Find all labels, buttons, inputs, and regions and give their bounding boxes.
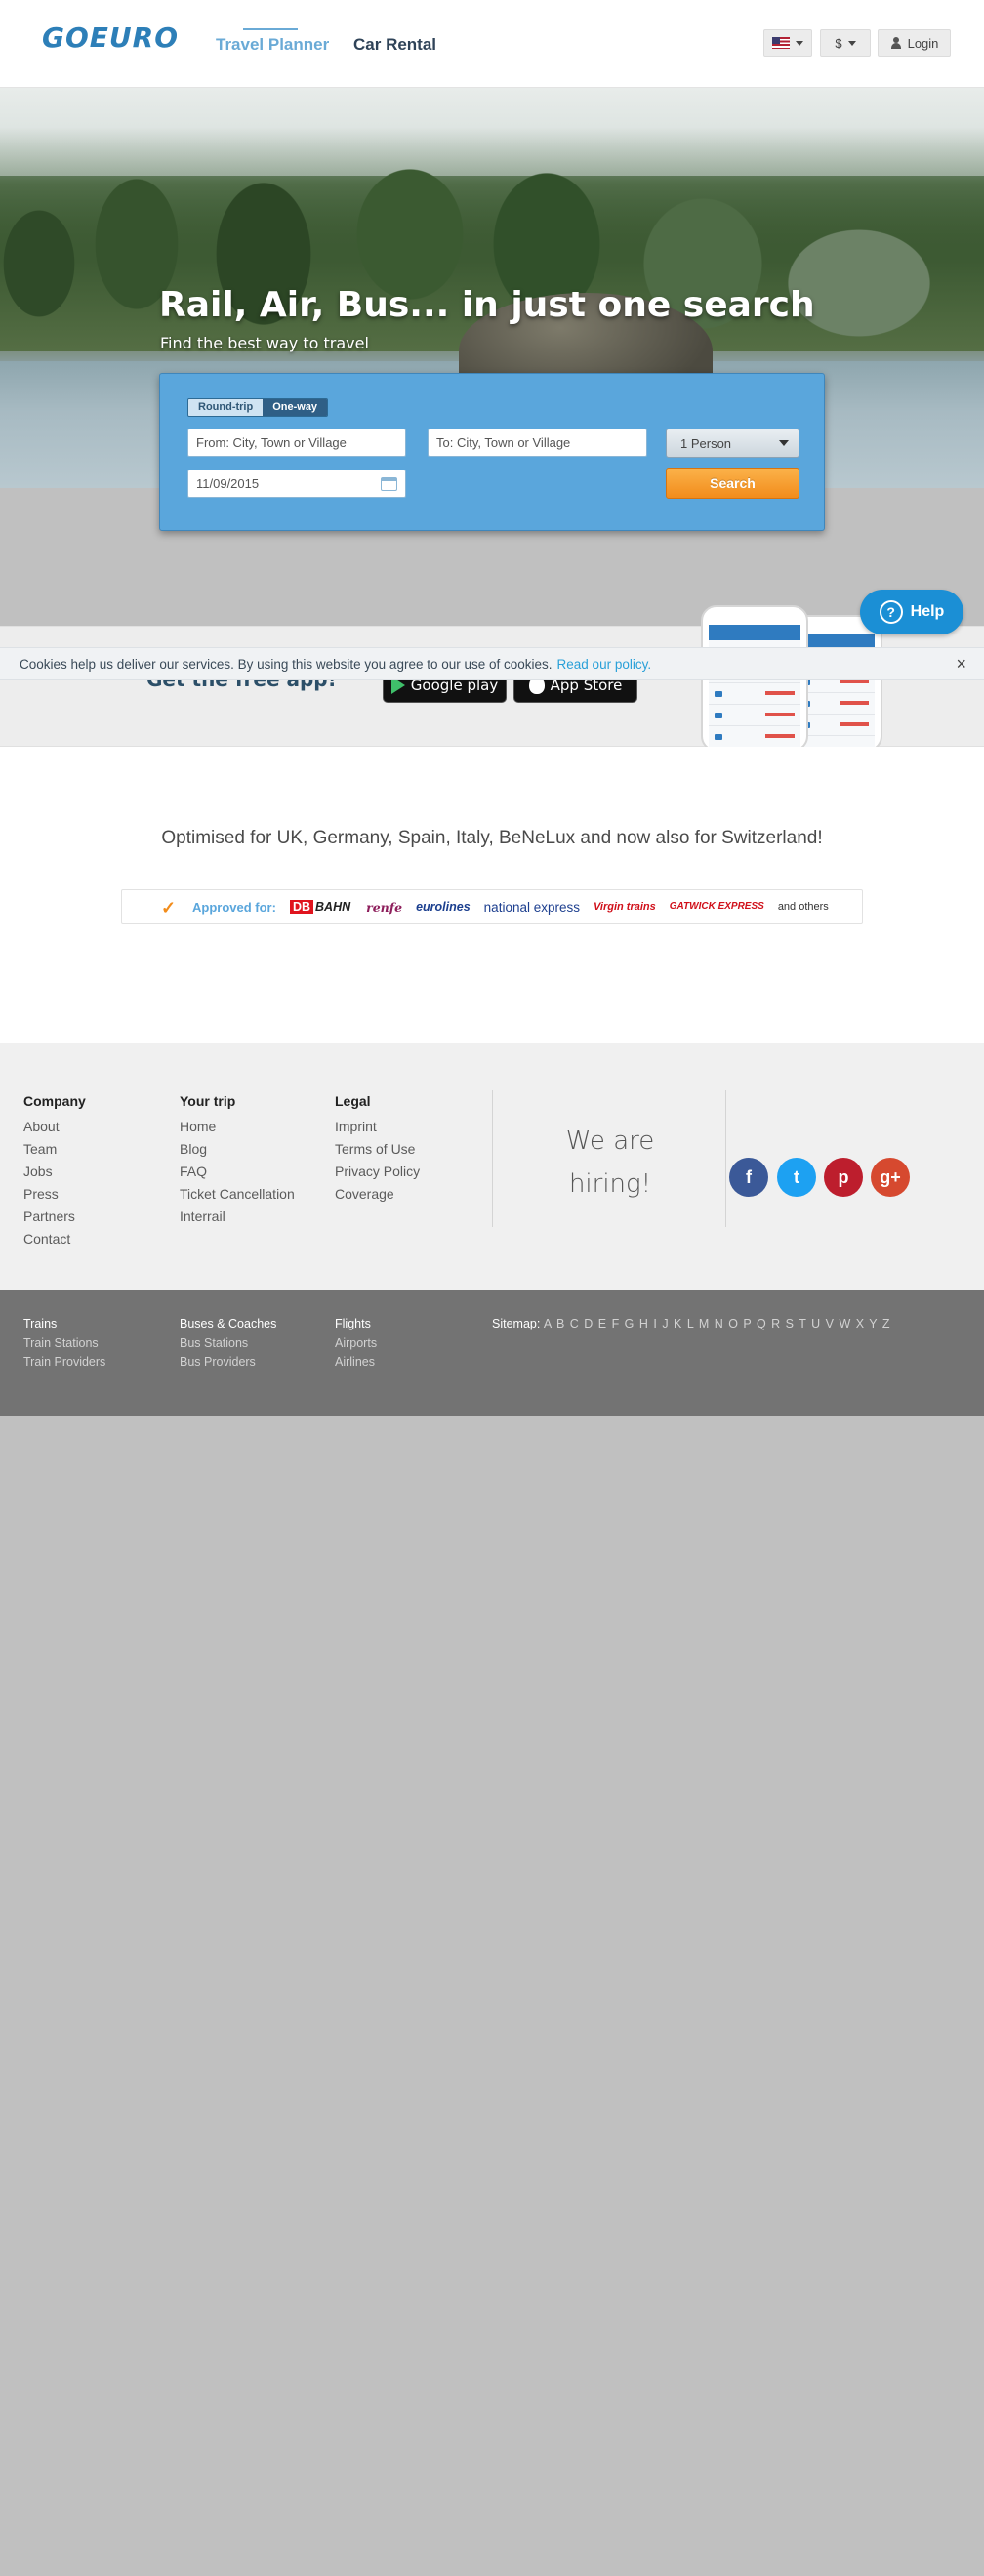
and-others-label: and others xyxy=(777,901,829,913)
eurolines-logo: eurolines xyxy=(416,900,471,914)
goeuro-logo[interactable]: GOEURO xyxy=(42,21,179,54)
date-value: 11/09/2015 xyxy=(196,476,260,491)
help-button[interactable]: ? Help xyxy=(860,590,964,634)
footer-link-faq[interactable]: FAQ xyxy=(180,1161,295,1183)
chevron-down-icon xyxy=(847,40,856,46)
us-flag-icon xyxy=(772,37,790,49)
login-label: Login xyxy=(907,35,939,51)
site-header: GOEURO Travel Planner Car Rental $ Login xyxy=(0,0,984,88)
footer2-link-airports[interactable]: Airports xyxy=(335,1334,377,1353)
to-input[interactable]: To: City, Town or Village xyxy=(428,429,647,457)
footer2-col-flights: Flights Airports Airlines xyxy=(335,1317,377,1371)
footer2-link-train-providers[interactable]: Train Providers xyxy=(23,1353,105,1371)
pinterest-icon[interactable]: p xyxy=(824,1158,863,1197)
hiring-link[interactable]: We are hiring! xyxy=(493,1120,727,1206)
cookie-notice: Cookies help us deliver our services. By… xyxy=(0,647,984,680)
cookie-policy-link[interactable]: Read our policy. xyxy=(557,657,652,672)
nav-car-rental[interactable]: Car Rental xyxy=(353,35,436,55)
question-icon: ? xyxy=(879,600,903,624)
footer-link-home[interactable]: Home xyxy=(180,1116,295,1138)
footer-heading: Your trip xyxy=(180,1093,236,1109)
round-trip-option[interactable]: Round-trip xyxy=(188,399,264,416)
sitemap-label: Sitemap: xyxy=(492,1317,541,1330)
footer-col-legal: Legal Imprint Terms of Use Privacy Polic… xyxy=(335,1093,420,1206)
help-label: Help xyxy=(910,603,945,620)
national-express-logo: national express xyxy=(483,899,580,915)
close-icon[interactable]: × xyxy=(956,654,966,675)
check-icon: ✓ xyxy=(161,898,177,918)
from-input[interactable]: From: City, Town or Village xyxy=(187,429,406,457)
footer-link-privacy[interactable]: Privacy Policy xyxy=(335,1161,420,1183)
search-panel: Round-trip One-way From: City, Town or V… xyxy=(159,373,825,531)
footer-links: Company About Team Jobs Press Partners C… xyxy=(0,1043,984,1290)
optimised-text: Optimised for UK, Germany, Spain, Italy,… xyxy=(161,828,823,848)
footer-link-blog[interactable]: Blog xyxy=(180,1138,295,1161)
footer-link-partners[interactable]: Partners xyxy=(23,1206,86,1228)
currency-label: $ xyxy=(835,35,842,51)
virgin-trains-logo: Virgin trains xyxy=(593,901,656,913)
approved-label: Approved for: xyxy=(192,899,276,915)
footer-link-jobs[interactable]: Jobs xyxy=(23,1161,86,1183)
footer-link-interrail[interactable]: Interrail xyxy=(180,1206,295,1228)
user-icon xyxy=(890,37,902,49)
one-way-option[interactable]: One-way xyxy=(263,399,328,416)
footer-link-contact[interactable]: Contact xyxy=(23,1228,86,1250)
footer2-heading[interactable]: Buses & Coaches xyxy=(180,1317,276,1330)
date-input[interactable]: 11/09/2015 xyxy=(187,470,406,498)
chevron-down-icon xyxy=(779,440,789,446)
approved-partners: ✓ Approved for: DB BAHN renfe eurolines n… xyxy=(121,889,863,924)
footer-sitemap: Trains Train Stations Train Providers Bu… xyxy=(0,1290,984,1416)
trip-type-toggle: Round-trip One-way xyxy=(187,398,329,417)
footer-heading: Legal xyxy=(335,1093,371,1109)
sitemap: Sitemap: A B C D E F G H I J K L M N O P… xyxy=(492,1317,890,1330)
footer-col-your-trip: Your trip Home Blog FAQ Ticket Cancellat… xyxy=(180,1093,295,1228)
footer-link-imprint[interactable]: Imprint xyxy=(335,1116,420,1138)
footer-link-team[interactable]: Team xyxy=(23,1138,86,1161)
gatwick-express-logo: GATWICK EXPRESS xyxy=(669,901,764,912)
twitter-icon[interactable]: t xyxy=(777,1158,816,1197)
persons-select[interactable]: 1 Person xyxy=(666,429,800,458)
calendar-icon[interactable] xyxy=(381,476,397,491)
footer2-col-trains: Trains Train Stations Train Providers xyxy=(23,1317,105,1371)
google-plus-icon[interactable]: g+ xyxy=(871,1158,910,1197)
chevron-down-icon xyxy=(796,40,803,46)
language-selector[interactable] xyxy=(763,29,812,57)
hero-title: Rail, Air, Bus... in just one search xyxy=(159,285,815,325)
login-button[interactable]: Login xyxy=(878,29,951,57)
footer2-link-bus-providers[interactable]: Bus Providers xyxy=(180,1353,276,1371)
footer-heading: Company xyxy=(23,1093,86,1109)
footer2-link-airlines[interactable]: Airlines xyxy=(335,1353,377,1371)
cookie-text: Cookies help us deliver our services. By… xyxy=(20,656,553,672)
footer2-col-buses: Buses & Coaches Bus Stations Bus Provide… xyxy=(180,1317,276,1371)
footer-link-about[interactable]: About xyxy=(23,1116,86,1138)
sitemap-letters[interactable]: A B C D E F G H I J K L M N O P Q R S T … xyxy=(544,1317,890,1330)
search-button[interactable]: Search xyxy=(666,468,800,499)
facebook-icon[interactable]: f xyxy=(729,1158,768,1197)
footer2-heading[interactable]: Trains xyxy=(23,1317,105,1330)
footer-link-ticket-cancellation[interactable]: Ticket Cancellation xyxy=(180,1183,295,1206)
footer-link-terms[interactable]: Terms of Use xyxy=(335,1138,420,1161)
currency-selector[interactable]: $ xyxy=(820,29,871,57)
renfe-logo: renfe xyxy=(366,899,403,915)
db-bahn-logo: DB BAHN xyxy=(289,900,352,914)
footer2-link-train-stations[interactable]: Train Stations xyxy=(23,1334,105,1353)
nav-travel-planner[interactable]: Travel Planner xyxy=(216,28,329,55)
hero-subtitle: Find the best way to travel xyxy=(160,334,369,352)
footer-link-coverage[interactable]: Coverage xyxy=(335,1183,420,1206)
footer-col-company: Company About Team Jobs Press Partners C… xyxy=(23,1093,86,1250)
footer-link-press[interactable]: Press xyxy=(23,1183,86,1206)
persons-value: 1 Person xyxy=(680,435,732,451)
footer2-link-bus-stations[interactable]: Bus Stations xyxy=(180,1334,276,1353)
footer2-heading[interactable]: Flights xyxy=(335,1317,377,1330)
